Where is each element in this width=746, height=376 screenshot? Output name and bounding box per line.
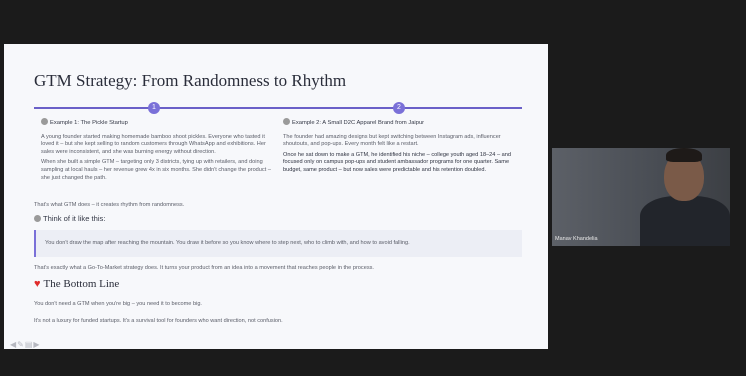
pin-icon <box>41 118 48 125</box>
example-1-paragraph-2: When she built a simple GTM – targeting … <box>41 159 271 181</box>
timeline-marker-2: 2 <box>393 102 405 114</box>
example-2-paragraph-2: Once he sat down to make a GTM, he ident… <box>283 151 511 173</box>
heart-icon: ♥ <box>34 278 41 290</box>
quote-block: You don't draw the map after reaching th… <box>34 230 522 257</box>
pin-icon <box>283 118 290 125</box>
presentation-slide: GTM Strategy: From Randomness to Rhythm … <box>4 44 548 349</box>
explain-text: That's exactly what a Go-To-Market strat… <box>34 265 374 271</box>
slide-title: GTM Strategy: From Randomness to Rhythm <box>34 71 347 90</box>
participant-hair <box>666 148 702 162</box>
timeline-marker-1: 1 <box>148 102 160 114</box>
bottom-line-text-2: It's not a luxury for funded startups. I… <box>34 318 283 324</box>
example-2-heading: Example 2: A Small D2C Apparel Brand fro… <box>283 118 519 128</box>
example-1-column: Example 1: The Pickle Startup A young fo… <box>41 118 273 185</box>
bottom-line-title: ♥ The Bottom Line <box>34 278 120 290</box>
timeline-line <box>34 107 522 109</box>
bulb-icon <box>34 215 41 222</box>
summary-text: That's what GTM does – it creates rhythm… <box>34 202 185 208</box>
example-1-paragraph-1: A young founder started making homemade … <box>41 133 266 155</box>
bottom-bar <box>0 349 746 376</box>
example-2-column: Example 2: A Small D2C Apparel Brand fro… <box>283 118 519 178</box>
timeline: 1 2 <box>34 102 522 114</box>
participant-name: Manav Khandelia <box>555 236 598 242</box>
top-bar <box>0 0 746 44</box>
think-heading: Think of it like this: <box>34 214 105 223</box>
example-2-paragraph-1: The founder had amazing designs but kept… <box>283 133 501 148</box>
bottom-line-text-1: You don't need a GTM when you're big – y… <box>34 301 202 307</box>
example-1-heading: Example 1: The Pickle Startup <box>41 118 273 128</box>
participant-body <box>640 196 730 246</box>
next-arrow-icon[interactable]: ▶ <box>33 340 40 349</box>
participant-video[interactable]: Manav Khandelia <box>552 148 730 246</box>
pen-icon[interactable]: ✎ <box>17 340 25 349</box>
slide-nav-controls: ◀✎▤▶ <box>10 340 41 349</box>
